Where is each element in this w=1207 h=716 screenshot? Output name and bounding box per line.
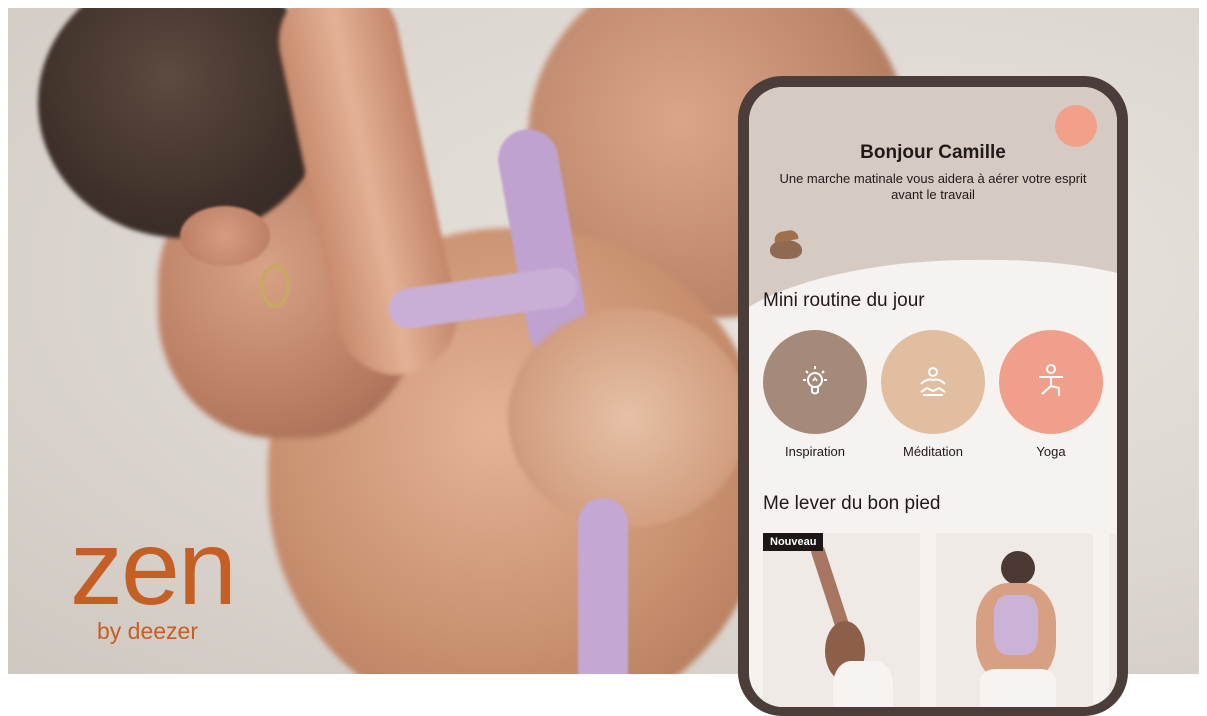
routine-label: Méditation bbox=[903, 444, 963, 459]
routine-list: Inspiration Méditation Yoga bbox=[763, 330, 1108, 470]
routine-label: Inspiration bbox=[785, 444, 845, 459]
section-title-routine: Mini routine du jour bbox=[763, 290, 925, 311]
model-ear-image bbox=[180, 206, 270, 266]
model-hand-image bbox=[508, 308, 748, 528]
session-card[interactable] bbox=[936, 533, 1093, 707]
greeting-subtitle: Une marche matinale vous aidera à aérer … bbox=[779, 171, 1087, 202]
new-badge: Nouveau bbox=[763, 533, 824, 551]
card-image bbox=[1001, 551, 1035, 585]
phone-mockup: Bonjour Camille Une marche matinale vous… bbox=[738, 76, 1128, 716]
logo-tagline: by deezer bbox=[97, 618, 199, 644]
top-side-image bbox=[578, 498, 628, 674]
card-image-top bbox=[994, 595, 1038, 655]
section-title-morning: Me lever du bon pied bbox=[763, 493, 941, 514]
avatar[interactable] bbox=[1055, 105, 1097, 147]
app-screen: Bonjour Camille Une marche matinale vous… bbox=[749, 87, 1117, 707]
session-card[interactable] bbox=[1109, 533, 1117, 707]
routine-item-inspiration[interactable]: Inspiration bbox=[763, 330, 867, 459]
yoga-icon bbox=[1039, 364, 1063, 396]
logo-wordmark: zen bbox=[70, 509, 237, 627]
greeting-title: Bonjour Camille bbox=[860, 142, 1006, 163]
meditation-icon bbox=[920, 367, 946, 396]
card-image-clothes bbox=[833, 661, 893, 707]
card-image bbox=[809, 543, 851, 633]
lightbulb-icon bbox=[803, 366, 827, 395]
session-card[interactable]: Nouveau bbox=[763, 533, 920, 707]
earring-image bbox=[260, 264, 290, 308]
yoga-circle[interactable] bbox=[999, 330, 1103, 434]
routine-label: Yoga bbox=[1036, 444, 1066, 459]
zen-logo: zen by deezer bbox=[70, 509, 270, 645]
inspiration-circle[interactable] bbox=[763, 330, 867, 434]
stones-icon bbox=[769, 228, 803, 259]
routine-item-meditation[interactable]: Méditation bbox=[881, 330, 985, 459]
meditation-circle[interactable] bbox=[881, 330, 985, 434]
card-image-pants bbox=[980, 669, 1056, 707]
routine-item-yoga[interactable]: Yoga bbox=[999, 330, 1103, 459]
